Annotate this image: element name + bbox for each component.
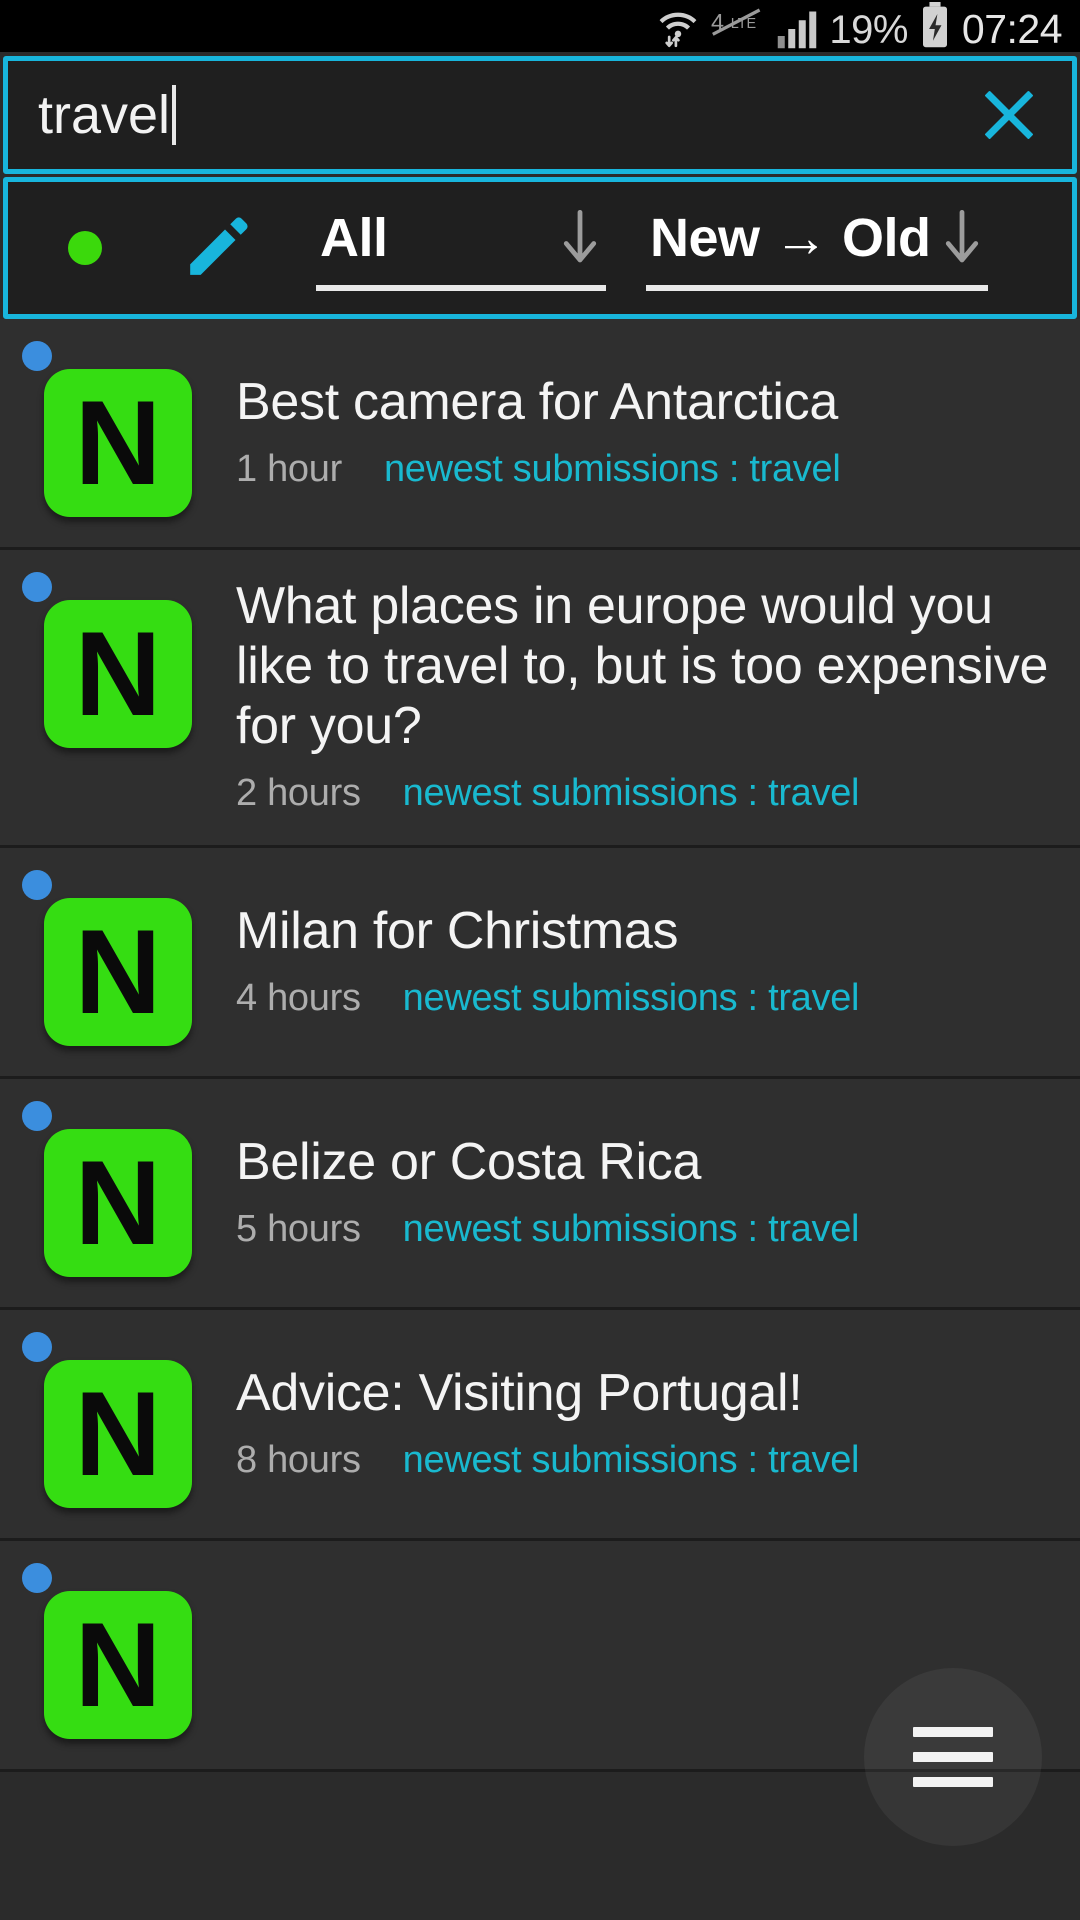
thumbnail-letter: N bbox=[74, 1136, 162, 1270]
list-item-body: Best camera for Antarctica 1 hour newest… bbox=[236, 345, 1080, 517]
chevron-down-icon bbox=[563, 210, 597, 263]
thumbnail-letter: N bbox=[74, 905, 162, 1039]
clear-search-icon[interactable] bbox=[974, 80, 1044, 150]
wifi-data-icon bbox=[659, 12, 697, 48]
hamburger-line bbox=[913, 1777, 993, 1787]
feed-thumbnail: N bbox=[44, 1591, 192, 1739]
list-item[interactable]: N Advice: Visiting Portugal! 8 hours new… bbox=[0, 1310, 1080, 1541]
thumbnail-container: N bbox=[0, 576, 236, 815]
clock-label: 07:24 bbox=[961, 6, 1063, 52]
article-title: Belize or Costa Rica bbox=[236, 1132, 702, 1191]
battery-percent-label: 19% bbox=[829, 8, 908, 52]
menu-fab-button[interactable] bbox=[864, 1668, 1042, 1846]
feed-thumbnail: N bbox=[44, 898, 192, 1046]
feed-thumbnail: N bbox=[44, 1129, 192, 1277]
article-title: Best camera for Antarctica bbox=[236, 372, 839, 431]
status-bar-icons: 4 LTE 19% 07:24 bbox=[655, 2, 1063, 52]
mobile-data-off-icon: 4 LTE bbox=[711, 8, 761, 36]
list-item[interactable]: N Best camera for Antarctica 1 hour newe… bbox=[0, 319, 1080, 550]
battery-charging-icon bbox=[922, 2, 947, 48]
filter-bar: All New → Old bbox=[3, 177, 1077, 319]
article-source[interactable]: newest submissions : travel bbox=[384, 448, 841, 491]
article-source[interactable]: newest submissions : travel bbox=[403, 977, 860, 1020]
unread-indicator-icon bbox=[22, 1101, 52, 1131]
article-time: 8 hours bbox=[236, 1438, 361, 1481]
article-time: 1 hour bbox=[236, 447, 342, 490]
chevron-down-icon bbox=[945, 210, 979, 263]
list-item-body: Advice: Visiting Portugal! 8 hours newes… bbox=[236, 1336, 1080, 1508]
unread-indicator-icon bbox=[22, 870, 52, 900]
list-item[interactable]: N Belize or Costa Rica 5 hours newest su… bbox=[0, 1079, 1080, 1310]
list-item[interactable]: N What places in europe would you like t… bbox=[0, 550, 1080, 848]
article-meta: 1 hour newest submissions : travel bbox=[236, 448, 1052, 491]
unread-indicator-icon bbox=[22, 1563, 52, 1593]
edit-pencil-icon[interactable] bbox=[180, 211, 254, 285]
unread-indicator-icon bbox=[22, 341, 52, 371]
list-item-body: Belize or Costa Rica 5 hours newest subm… bbox=[236, 1105, 1080, 1277]
search-input[interactable]: travel bbox=[38, 84, 974, 146]
sort-filter-dropdown[interactable]: New → Old bbox=[646, 205, 988, 291]
feed-thumbnail: N bbox=[44, 1360, 192, 1508]
thumbnail-letter: N bbox=[74, 376, 162, 510]
thumbnail-letter: N bbox=[74, 607, 162, 741]
article-source[interactable]: newest submissions : travel bbox=[403, 1439, 860, 1482]
thumbnail-letter: N bbox=[74, 1367, 162, 1501]
unread-status-dot-icon[interactable] bbox=[68, 231, 102, 265]
unread-indicator-icon bbox=[22, 1332, 52, 1362]
list-item-body: What places in europe would you like to … bbox=[236, 576, 1080, 815]
article-source[interactable]: newest submissions : travel bbox=[403, 1208, 860, 1251]
article-meta: 4 hours newest submissions : travel bbox=[236, 977, 1052, 1020]
article-time: 4 hours bbox=[236, 976, 361, 1019]
type-filter-label: All bbox=[320, 208, 388, 268]
article-source[interactable]: newest submissions : travel bbox=[403, 772, 860, 815]
hamburger-line bbox=[913, 1727, 993, 1737]
feed-thumbnail: N bbox=[44, 369, 192, 517]
article-time: 5 hours bbox=[236, 1207, 361, 1250]
article-time: 2 hours bbox=[236, 772, 361, 814]
status-bar: 4 LTE 19% 07:24 bbox=[0, 0, 1080, 52]
list-item[interactable]: N Milan for Christmas 4 hours newest sub… bbox=[0, 848, 1080, 1079]
article-title: What places in europe would you like to … bbox=[236, 577, 1049, 755]
thumbnail-letter: N bbox=[74, 1598, 162, 1732]
sort-filter-label: New → Old bbox=[650, 208, 931, 268]
article-meta: 5 hours newest submissions : travel bbox=[236, 1208, 1052, 1251]
article-title: Advice: Visiting Portugal! bbox=[236, 1363, 803, 1422]
article-title: Milan for Christmas bbox=[236, 901, 679, 960]
list-item-body: Milan for Christmas 4 hours newest submi… bbox=[236, 874, 1080, 1046]
feed-thumbnail: N bbox=[44, 600, 192, 748]
article-meta: 2 hours newest submissions : travel bbox=[236, 772, 1052, 815]
article-meta: 8 hours newest submissions : travel bbox=[236, 1439, 1052, 1482]
search-query-text: travel bbox=[38, 85, 171, 145]
hamburger-line bbox=[913, 1752, 993, 1762]
article-list: N Best camera for Antarctica 1 hour newe… bbox=[0, 319, 1080, 1772]
text-cursor bbox=[172, 85, 177, 145]
unread-indicator-icon bbox=[22, 572, 52, 602]
signal-bars-icon bbox=[778, 11, 817, 49]
search-bar[interactable]: travel bbox=[3, 56, 1077, 174]
type-filter-dropdown[interactable]: All bbox=[316, 205, 606, 291]
